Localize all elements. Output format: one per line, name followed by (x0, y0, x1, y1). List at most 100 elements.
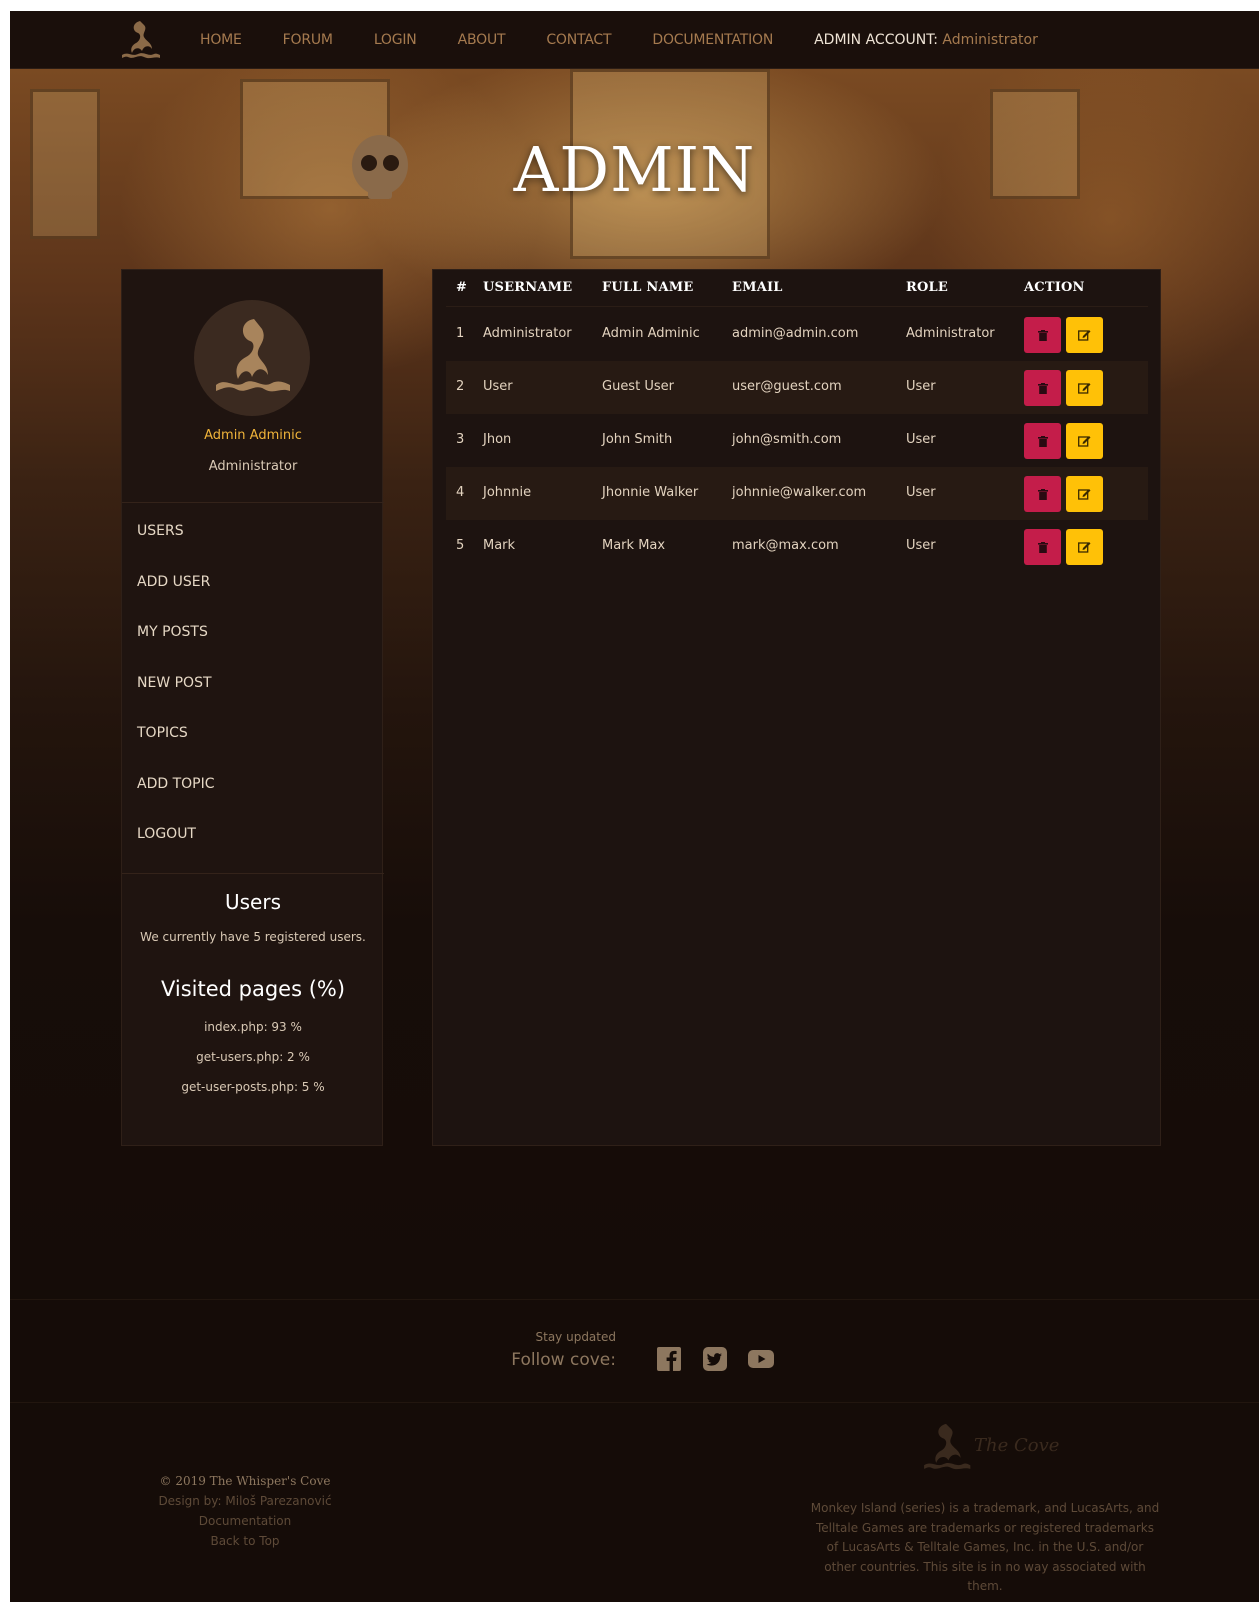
nav-links: HOME FORUM LOGIN ABOUT CONTACT DOCUMENTA… (200, 11, 1038, 69)
edit-user-button[interactable] (1066, 423, 1103, 459)
sidebar-divider (122, 873, 384, 874)
column-header-username: USERNAME (483, 280, 573, 295)
edit-icon (1078, 436, 1091, 447)
edit-icon (1078, 330, 1091, 341)
cell-role: User (906, 379, 936, 394)
cell-role: User (906, 538, 936, 553)
cell-role: User (906, 485, 936, 500)
cell-number: 1 (456, 326, 465, 341)
avatar (194, 300, 310, 416)
column-header-number: # (456, 280, 468, 295)
column-header-role: ROLE (906, 280, 948, 295)
column-header-full-name: FULL NAME (602, 280, 694, 295)
users-stats-title: Users (224, 890, 281, 914)
trash-icon (1037, 488, 1048, 500)
sidebar-item-add-user[interactable]: ADD USER (137, 573, 215, 624)
nav-documentation[interactable]: DOCUMENTATION (652, 32, 773, 48)
cell-number: 2 (456, 379, 465, 394)
table-row: 3 Jhon John Smith john@smith.com User (446, 414, 1148, 467)
delete-user-button[interactable] (1024, 529, 1061, 565)
cell-number: 3 (456, 432, 465, 447)
cell-email: user@guest.com (732, 379, 842, 394)
visited-page-stat: get-user-posts.php: 5 % (181, 1080, 325, 1094)
delete-user-button[interactable] (1024, 370, 1061, 406)
cell-username: User (483, 379, 513, 394)
edit-icon (1078, 489, 1091, 500)
cell-email: john@smith.com (732, 432, 842, 447)
cell-role: User (906, 432, 936, 447)
footer-credits: © 2019 The Whisper's Cove Design by: Mil… (130, 1471, 360, 1551)
cell-role: Administrator (906, 326, 995, 341)
sidebar-item-topics[interactable]: TOPICS (137, 724, 215, 775)
sidebar-item-add-topic[interactable]: ADD TOPIC (137, 775, 215, 826)
edit-user-button[interactable] (1066, 529, 1103, 565)
top-navbar: HOME FORUM LOGIN ABOUT CONTACT DOCUMENTA… (10, 11, 1259, 69)
sidebar-item-logout[interactable]: LOGOUT (137, 825, 215, 876)
cell-full-name: Admin Adminic (602, 326, 700, 341)
profile-name: Admin Adminic (204, 428, 302, 443)
trash-icon (1037, 329, 1048, 341)
table-row: 1 Administrator Admin Adminic admin@admi… (446, 308, 1148, 361)
nav-about[interactable]: ABOUT (458, 32, 506, 48)
cell-number: 5 (456, 538, 465, 553)
admin-account[interactable]: ADMIN ACCOUNT: Administrator (814, 32, 1038, 48)
admin-sidebar: Admin Adminic Administrator USERS ADD US… (121, 269, 384, 1146)
admin-account-name: Administrator (942, 32, 1038, 48)
users-stats-text: We currently have 5 registered users. (140, 930, 366, 944)
visited-pages-title: Visited pages (%) (160, 977, 346, 1001)
nav-login[interactable]: LOGIN (374, 32, 417, 48)
cell-username: Administrator (483, 326, 572, 341)
column-header-email: EMAIL (732, 280, 783, 295)
cell-number: 4 (456, 485, 465, 500)
cell-full-name: John Smith (602, 432, 673, 447)
table-row: 2 User Guest User user@guest.com User (446, 361, 1148, 414)
stay-updated-text: Stay updated (535, 1330, 617, 1344)
cell-full-name: Guest User (602, 379, 674, 394)
follow-bar: Stay updated Follow cove: (10, 1299, 1259, 1403)
twitter-icon[interactable] (702, 1346, 728, 1372)
table-header: # USERNAME FULL NAME EMAIL ROLE ACTION (446, 270, 1148, 307)
footer-brand-name: The Cove (974, 1435, 1060, 1456)
trash-icon (1037, 435, 1048, 447)
users-table-panel: # USERNAME FULL NAME EMAIL ROLE ACTION 1… (432, 269, 1161, 1146)
design-credit: Design by: Miloš Parezanović (158, 1494, 332, 1508)
legal-text: Monkey Island (series) is a trademark, a… (810, 1501, 1160, 1593)
edit-user-button[interactable] (1066, 476, 1103, 512)
documentation-link[interactable]: Documentation (130, 1511, 360, 1531)
delete-user-button[interactable] (1024, 423, 1061, 459)
edit-user-button[interactable] (1066, 370, 1103, 406)
follow-cove-text: Follow cove: (511, 1350, 616, 1370)
visited-page-stat: get-users.php: 2 % (196, 1050, 310, 1064)
nav-home[interactable]: HOME (200, 32, 242, 48)
sidebar-item-my-posts[interactable]: MY POSTS (137, 623, 215, 674)
kraken-avatar-icon (216, 319, 290, 392)
delete-user-button[interactable] (1024, 476, 1061, 512)
delete-user-button[interactable] (1024, 317, 1061, 353)
page-title: ADMIN (513, 133, 756, 206)
trash-icon (1037, 541, 1048, 553)
cell-username: Jhon (483, 432, 512, 447)
edit-icon (1078, 383, 1091, 394)
sidebar-menu: USERS ADD USER MY POSTS NEW POST TOPICS … (137, 522, 215, 876)
footer-brand: The Cove (918, 1419, 1078, 1475)
trash-icon (1037, 382, 1048, 394)
profile-role: Administrator (208, 459, 298, 474)
column-header-action: ACTION (1024, 280, 1085, 295)
admin-account-label: ADMIN ACCOUNT: (814, 32, 938, 48)
facebook-icon[interactable] (656, 1346, 682, 1372)
youtube-icon[interactable] (748, 1346, 774, 1372)
visited-page-stat: index.php: 93 % (204, 1020, 302, 1034)
cove-logo-icon[interactable] (118, 17, 162, 63)
cove-logo-icon (924, 1423, 971, 1470)
table-row: 4 Johnnie Jhonnie Walker johnnie@walker.… (446, 467, 1148, 520)
cell-full-name: Mark Max (602, 538, 666, 553)
edit-icon (1078, 542, 1091, 553)
back-to-top-link[interactable]: Back to Top (130, 1531, 360, 1551)
sidebar-item-new-post[interactable]: NEW POST (137, 674, 215, 725)
nav-contact[interactable]: CONTACT (546, 32, 611, 48)
cell-email: mark@max.com (732, 538, 839, 553)
cell-username: Johnnie (483, 485, 532, 500)
edit-user-button[interactable] (1066, 317, 1103, 353)
nav-forum[interactable]: FORUM (283, 32, 333, 48)
sidebar-item-users[interactable]: USERS (137, 522, 215, 573)
